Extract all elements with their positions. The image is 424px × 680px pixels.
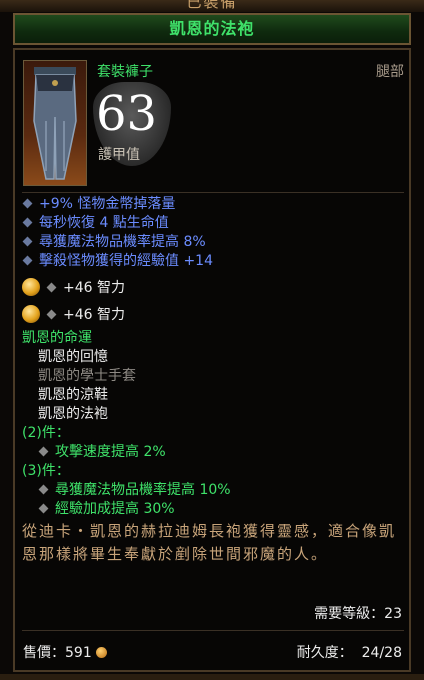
gold-coin-icon <box>95 647 107 658</box>
divider <box>22 192 404 193</box>
required-level: 需要等級：23 <box>314 606 402 622</box>
set-bonus: 經驗加成提高 30% <box>38 500 175 519</box>
set-bonus: 尋獲魔法物品機率提高 10% <box>38 481 231 500</box>
socket-line: +46 智力 <box>22 305 125 324</box>
magic-property: 擊殺怪物獲得的經驗值 +14 <box>22 252 213 271</box>
topaz-gem-icon <box>22 278 40 296</box>
flavor-text: 從迪卡・凱恩的赫拉迪姆長袍獲得靈感，適合像凱恩那樣將畢生奉獻於剷除世間邪魔的人。 <box>22 522 397 563</box>
set-bonus-3-label: (3)件： <box>22 463 70 479</box>
bullet-icon <box>22 217 33 228</box>
divider <box>22 630 404 631</box>
bullet-icon <box>46 309 57 320</box>
socket-line: +46 智力 <box>22 278 125 297</box>
magic-property: 尋獲魔法物品機率提高 8% <box>22 233 206 252</box>
armor-value: 63 <box>96 86 158 142</box>
durability: 耐久度： 24/28 <box>296 645 402 661</box>
item-icon <box>23 60 87 186</box>
bottom-edge <box>0 674 424 680</box>
bullet-icon <box>22 236 33 247</box>
armor-label: 護甲值 <box>98 147 140 163</box>
set-piece: 凱恩的回憶 <box>38 349 108 365</box>
set-bonus: 攻擊速度提高 2% <box>38 443 166 462</box>
top-banner: 已裝備 <box>0 0 424 12</box>
magic-property: 每秒恢復 4 點生命值 <box>22 214 169 233</box>
set-piece: 凱恩的涼鞋 <box>38 387 108 403</box>
bullet-icon <box>38 446 49 457</box>
magic-property: +9% 怪物金幣掉落量 <box>22 195 175 214</box>
item-slot-label: 腿部 <box>376 64 404 80</box>
top-banner-title: 已裝備 <box>186 0 238 11</box>
set-piece-missing: 凱恩的學士手套 <box>38 368 136 384</box>
item-type-label: 套裝褲子 <box>97 64 153 80</box>
bullet-icon <box>46 282 57 293</box>
bullet-icon <box>38 484 49 495</box>
bullet-icon <box>22 198 33 209</box>
set-piece: 凱恩的法袍 <box>38 406 108 422</box>
topaz-gem-icon <box>22 305 40 323</box>
set-bonus-2-label: (2)件： <box>22 425 70 441</box>
sell-value: 售價：591 <box>23 642 107 662</box>
bullet-icon <box>22 255 33 266</box>
item-name-header: 凱恩的法袍 <box>13 13 411 45</box>
bullet-icon <box>38 503 49 514</box>
set-name: 凱恩的命運 <box>22 330 92 346</box>
